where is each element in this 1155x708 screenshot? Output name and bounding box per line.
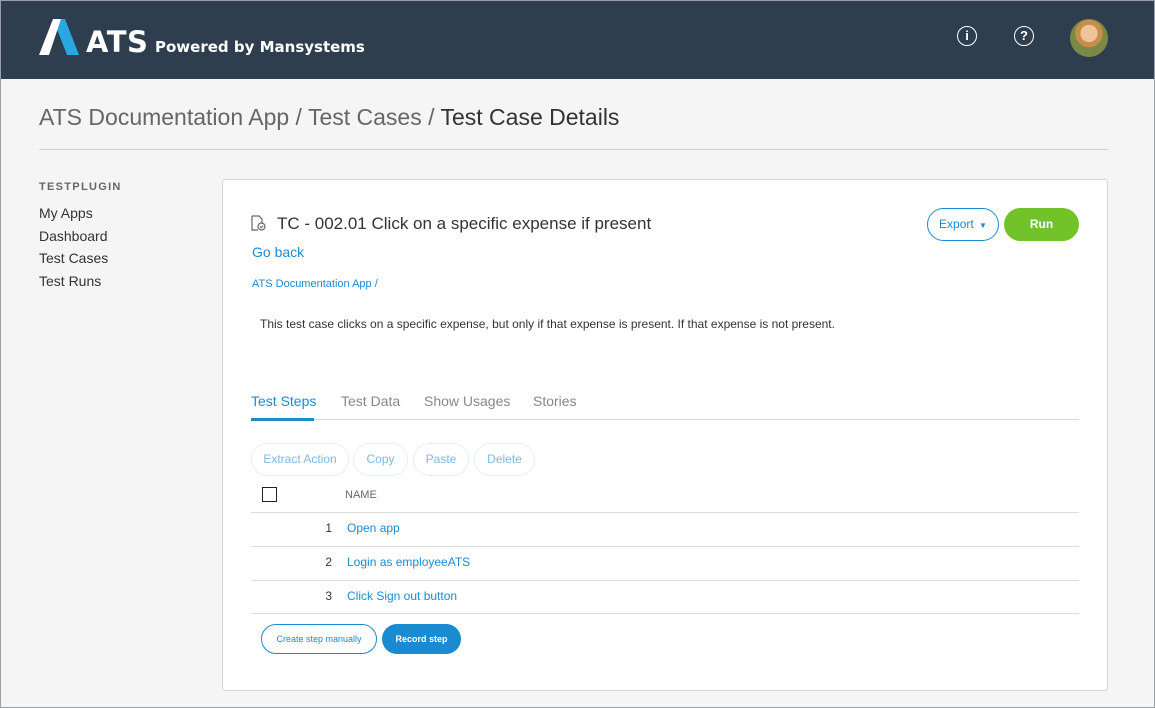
select-all-checkbox[interactable] xyxy=(262,487,277,502)
table-row[interactable]: Click Sign out button xyxy=(347,589,457,603)
copy-button[interactable]: Copy xyxy=(353,443,408,476)
extract-action-button[interactable]: Extract Action xyxy=(251,443,349,476)
info-icon[interactable]: i xyxy=(957,26,977,46)
sidebar-title: TESTPLUGIN xyxy=(39,181,122,193)
table-row-divider xyxy=(251,613,1079,614)
go-back-link[interactable]: Go back xyxy=(252,244,304,260)
test-case-card xyxy=(222,179,1108,691)
breadcrumb: ATS Documentation App / Test Cases / Tes… xyxy=(39,104,619,131)
table-row-divider xyxy=(251,512,1079,513)
test-case-icon xyxy=(251,215,266,231)
table-row[interactable]: Open app xyxy=(347,521,400,535)
brand-name: ATS xyxy=(86,25,149,59)
test-case-description: This test case clicks on a specific expe… xyxy=(260,317,835,331)
column-header-name: NAME xyxy=(345,489,377,501)
delete-button[interactable]: Delete xyxy=(474,443,535,476)
ats-logo-icon xyxy=(39,19,79,55)
tab-test-steps[interactable]: Test Steps xyxy=(251,393,316,409)
sidebar-item-my-apps[interactable]: My Apps xyxy=(39,205,93,221)
table-row-divider xyxy=(251,580,1079,581)
export-button[interactable]: Export ▼ xyxy=(927,208,999,241)
top-navigation-bar: ATS Powered by Mansystems i ? xyxy=(1,1,1154,79)
row-number: 1 xyxy=(325,521,332,535)
breadcrumb-test-cases[interactable]: Test Cases xyxy=(308,104,422,130)
tab-show-usages[interactable]: Show Usages xyxy=(424,393,510,409)
tab-stories[interactable]: Stories xyxy=(533,393,577,409)
brand-tagline: Powered by Mansystems xyxy=(155,38,365,56)
breadcrumb-app[interactable]: ATS Documentation App xyxy=(39,104,289,130)
help-icon[interactable]: ? xyxy=(1014,26,1034,46)
run-button[interactable]: Run xyxy=(1004,208,1079,241)
breadcrumb-current: Test Case Details xyxy=(440,104,620,130)
avatar[interactable] xyxy=(1070,19,1108,57)
create-step-manually-button[interactable]: Create step manually xyxy=(261,624,377,654)
record-step-button[interactable]: Record step xyxy=(382,624,461,654)
row-number: 2 xyxy=(325,555,332,569)
table-row-divider xyxy=(251,546,1079,547)
app-window: ATS Powered by Mansystems i ? ATS Docume… xyxy=(0,0,1155,708)
active-tab-indicator xyxy=(251,418,314,421)
app-link[interactable]: ATS Documentation App / xyxy=(252,278,378,290)
test-case-title: TC - 002.01 Click on a specific expense … xyxy=(277,214,652,233)
row-number: 3 xyxy=(325,589,332,603)
header-divider xyxy=(39,149,1108,150)
sidebar-item-dashboard[interactable]: Dashboard xyxy=(39,228,108,244)
export-label: Export xyxy=(939,217,974,231)
breadcrumb-separator: / xyxy=(289,104,308,130)
tab-test-data[interactable]: Test Data xyxy=(341,393,400,409)
paste-button[interactable]: Paste xyxy=(413,443,469,476)
breadcrumb-separator: / xyxy=(421,104,441,130)
table-row[interactable]: Login as employeeATS xyxy=(347,555,470,569)
tab-bar-rule xyxy=(251,419,1079,420)
sidebar-item-test-cases[interactable]: Test Cases xyxy=(39,250,108,266)
sidebar-item-test-runs[interactable]: Test Runs xyxy=(39,273,101,289)
caret-down-icon: ▼ xyxy=(979,221,987,230)
